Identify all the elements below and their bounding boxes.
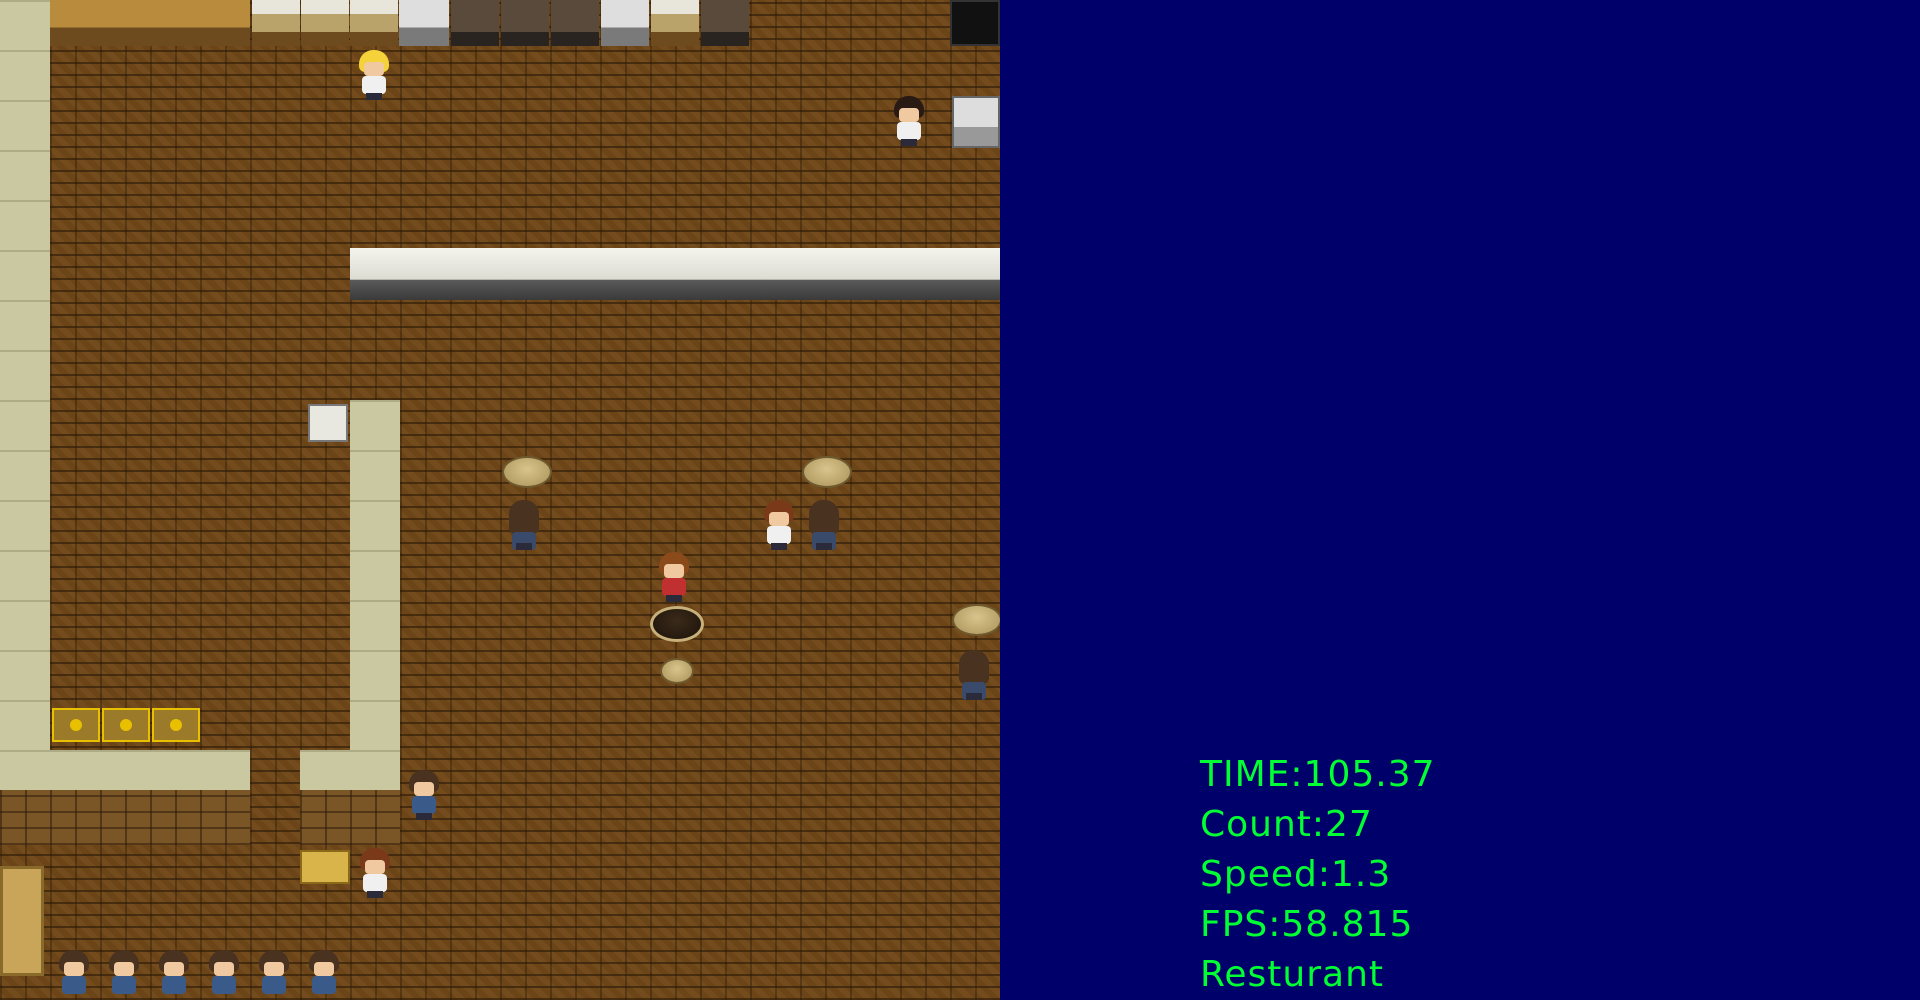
queue-customer[interactable]: [105, 950, 143, 1000]
cutting-board: [301, 0, 349, 46]
hud-panel: [1000, 0, 1920, 1000]
kitchen-sink: [399, 0, 449, 46]
time-readout: TIME:105.37: [1200, 754, 1436, 795]
game-viewport[interactable]: [0, 0, 1000, 1000]
queue-customer[interactable]: [55, 950, 93, 1000]
stool: [952, 604, 1000, 636]
kitchen-appliance: [952, 96, 1000, 148]
lower-wall-left: [0, 750, 250, 790]
lower-brick-left: [0, 790, 250, 845]
lower-wall-right: [300, 750, 400, 790]
treasure-chest[interactable]: [102, 708, 150, 742]
queue-customer[interactable]: [155, 950, 193, 1000]
stool: [802, 456, 852, 488]
waitress-npc[interactable]: [760, 500, 798, 550]
kitchen-sink: [601, 0, 649, 46]
cutting-board: [252, 0, 300, 46]
queue-customer[interactable]: [305, 950, 343, 1000]
produce-shelf: [50, 0, 250, 46]
kitchen-stove: [451, 0, 499, 46]
dining-table[interactable]: [650, 606, 704, 642]
seated-customer[interactable]: [505, 500, 543, 550]
fps-readout: FPS:58.815: [1200, 904, 1414, 945]
seated-customer[interactable]: [955, 650, 993, 700]
scene-name: Resturant: [1200, 954, 1385, 995]
lower-brick-right: [300, 790, 400, 845]
speed-readout: Speed:1.3: [1200, 854, 1392, 895]
cutting-board: [651, 0, 699, 46]
treasure-chest[interactable]: [52, 708, 100, 742]
kitchen-stove: [551, 0, 599, 46]
stool: [660, 658, 694, 684]
dark-doorway: [950, 0, 1000, 46]
waiter-npc[interactable]: [890, 96, 928, 146]
door-mat: [0, 866, 44, 976]
player-character[interactable]: [655, 552, 693, 602]
kitchen-stove: [501, 0, 549, 46]
cash-register[interactable]: [308, 404, 348, 442]
queue-customer[interactable]: [205, 950, 243, 1000]
kitchen-stove: [701, 0, 749, 46]
seated-customer[interactable]: [805, 500, 843, 550]
serving-counter: [350, 248, 1000, 300]
stool: [502, 456, 552, 488]
wooden-crate[interactable]: [300, 850, 350, 884]
pillar-wall: [350, 400, 400, 750]
cashier-npc[interactable]: [356, 848, 394, 898]
cutting-board: [350, 0, 398, 46]
customer-npc[interactable]: [405, 770, 443, 820]
count-readout: Count:27: [1200, 804, 1373, 845]
treasure-chest[interactable]: [152, 708, 200, 742]
chef-npc[interactable]: [355, 50, 393, 100]
queue-customer[interactable]: [255, 950, 293, 1000]
left-wall: [0, 0, 50, 750]
